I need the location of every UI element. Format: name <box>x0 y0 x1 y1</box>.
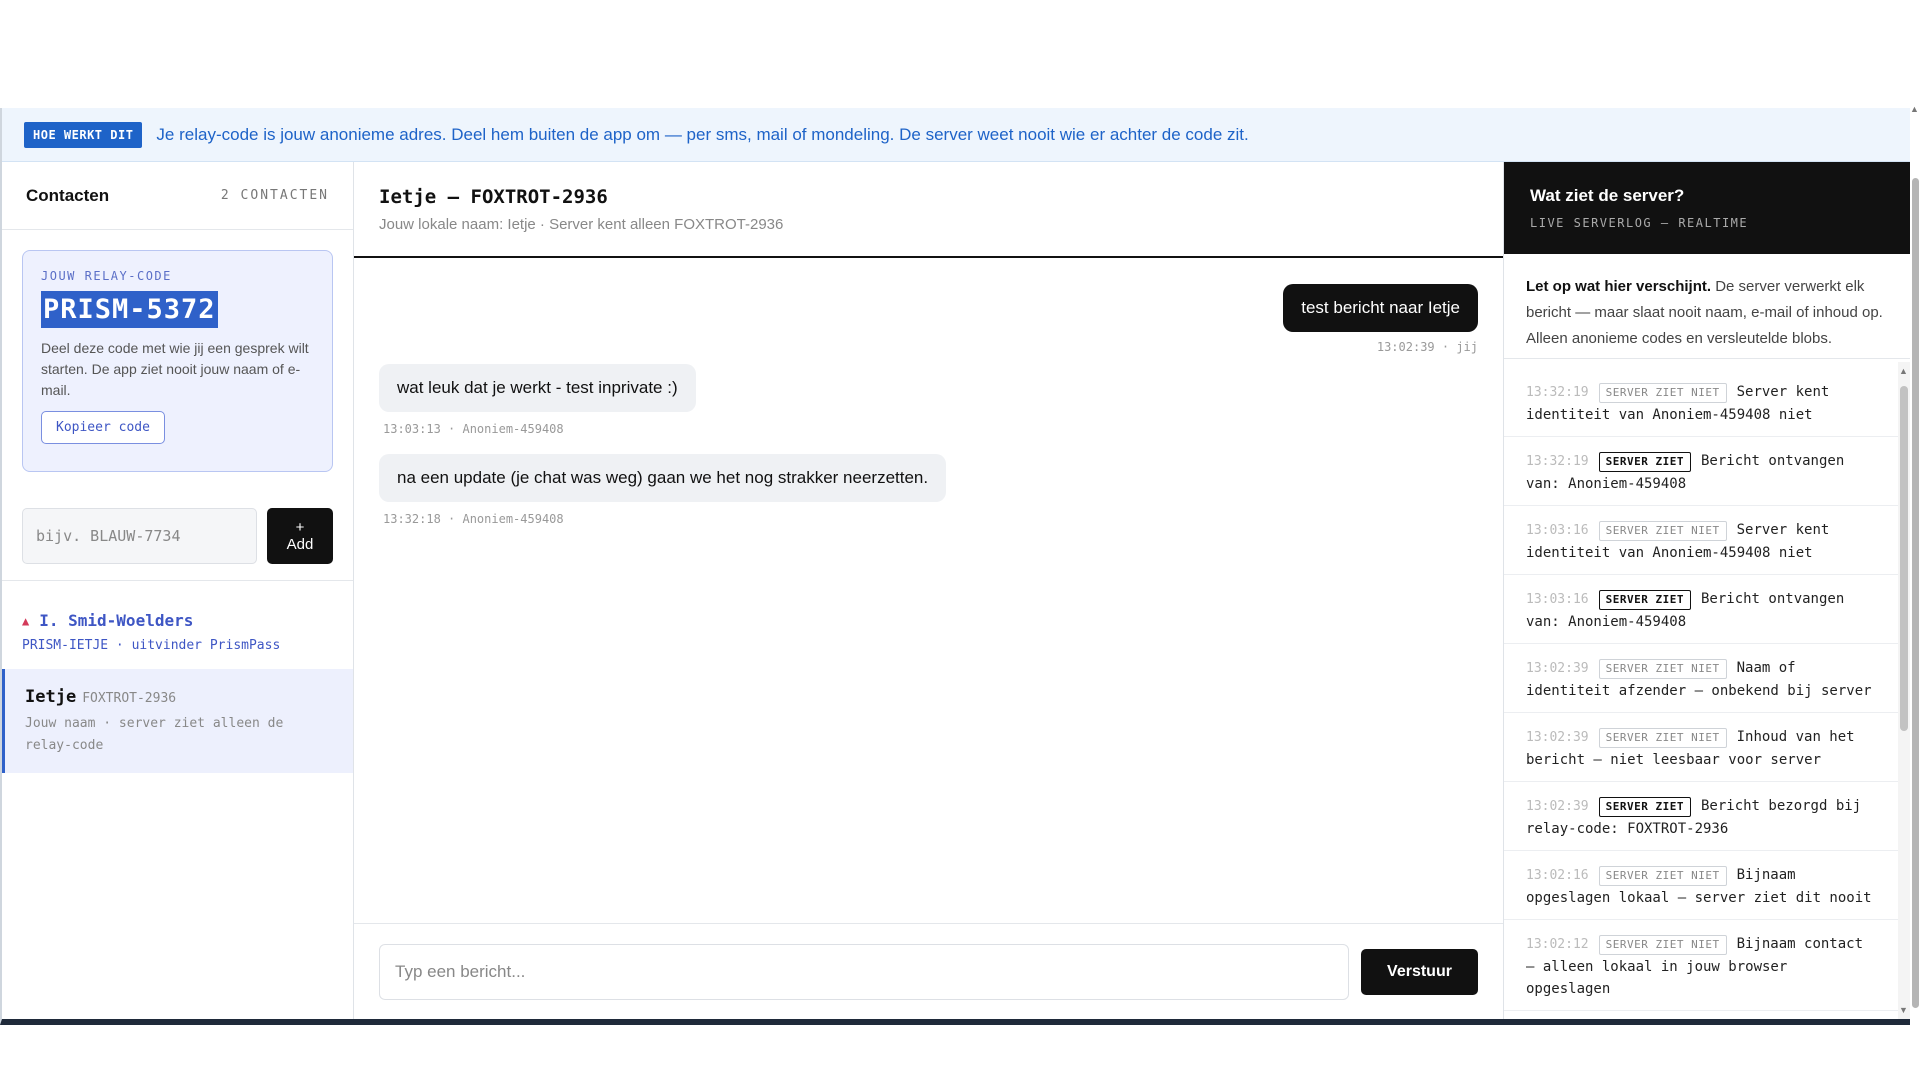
relay-code-label: JOUW RELAY-CODE <box>41 269 172 283</box>
banner-text: Je relay-code is jouw anonieme adres. De… <box>156 124 1249 144</box>
contact-item[interactable]: ▲ I. Smid-Woelders PRISM-IETJE · uitvind… <box>2 581 353 669</box>
message-bubble: test bericht naar Ietje <box>1283 284 1478 332</box>
copy-code-button[interactable]: Kopieer code <box>41 411 165 444</box>
relay-code-description: Deel deze code met wie jij een gesprek w… <box>41 340 309 398</box>
log-timestamp: 13:32:19 <box>1526 454 1589 469</box>
log-tag: SERVER ZIET NIET <box>1598 935 1727 955</box>
add-contact-row: bijv. BLAUW-7734 + Add <box>22 508 333 564</box>
relay-code-card: JOUW RELAY-CODE PRISM-5372 Deel deze cod… <box>22 250 333 472</box>
relay-code-value[interactable]: PRISM-5372 <box>41 291 218 328</box>
chat-header: Ietje — FOXTROT-2936 Jouw lokale naam: I… <box>354 162 1503 258</box>
contacts-title: Contacten <box>26 185 110 205</box>
log-entry: 13:32:19 SERVER ZIET Bericht ontvangen van… <box>1504 437 1898 506</box>
message-incoming: na een update (je chat was weg) gaan we … <box>379 454 1478 526</box>
server-log-header: Wat ziet de server? LIVE SERVERLOG — REA… <box>1504 162 1910 254</box>
chat-title: Ietje — FOXTROT-2936 <box>379 186 608 208</box>
log-entry: 13:03:16 SERVER ZIET Bericht ontvangen van… <box>1504 575 1898 644</box>
log-timestamp: 13:03:16 <box>1526 523 1589 538</box>
contact-item-selected[interactable]: Ietje FOXTROT-2936 Jouw naam · server zie… <box>2 669 353 773</box>
send-button[interactable]: Verstuur <box>1361 948 1478 995</box>
log-tag: SERVER ZIET NIET <box>1598 521 1727 541</box>
log-entry: 13:02:39 SERVER ZIET NIET Naam of identite… <box>1504 644 1898 713</box>
log-scrollbar[interactable]: ▲ ▼ <box>1898 362 1910 1019</box>
log-entry: 13:02:12 SERVER ZIET NIET Bijnaam contact … <box>1504 920 1898 1011</box>
log-entry: 13:02:39 SERVER ZIET NIET Inhoud van het b… <box>1504 713 1898 782</box>
log-timestamp: 13:02:39 <box>1526 730 1589 745</box>
server-log-title: Wat ziet de server? <box>1530 186 1685 205</box>
message-bubble: wat leuk dat je werkt - test inprivate :… <box>379 364 696 412</box>
scroll-down-icon[interactable]: ▼ <box>1899 1005 1908 1015</box>
message-bubble: na een update (je chat was weg) gaan we … <box>379 454 947 502</box>
log-tag: SERVER ZIET NIET <box>1598 659 1727 679</box>
log-tag: SERVER ZIET <box>1598 590 1691 610</box>
log-tag: SERVER ZIET <box>1598 452 1691 472</box>
add-button-label: Add <box>286 536 314 553</box>
message-meta: 13:32:18 · Anoniem-459408 <box>383 512 564 526</box>
server-log-subtitle: LIVE SERVERLOG — REALTIME <box>1530 216 1749 230</box>
log-entry: 13:02:16 SERVER ZIET NIET Bijnaam opgeslag… <box>1504 851 1898 920</box>
message-outgoing: test bericht naar Ietje 13:02:39 · jij <box>379 284 1478 354</box>
contact-name: I. Smid-Woelders <box>39 611 194 630</box>
chat-panel: Ietje — FOXTROT-2936 Jouw lokale naam: I… <box>354 162 1504 1019</box>
page-scrollbar-thumb[interactable] <box>1912 178 1919 1008</box>
composer: Typ een bericht... Verstuur <box>354 923 1503 1019</box>
message-incoming: wat leuk dat je werkt - test inprivate :… <box>379 364 1478 436</box>
page-scrollbar[interactable]: ▲ <box>1910 104 1920 1025</box>
contact-name: Ietje <box>25 687 77 707</box>
app-window: HOE WERKT DIT Je relay-code is jouw anon… <box>0 108 1910 1025</box>
triangle-icon: ▲ <box>22 613 30 628</box>
contacts-panel: Contacten 2 CONTACTEN JOUW RELAY-CODE PR… <box>2 162 354 1019</box>
scroll-up-icon[interactable]: ▲ <box>1910 104 1919 114</box>
message-meta: 13:02:39 · jij <box>1376 340 1478 354</box>
message-list: test bericht naar Ietje 13:02:39 · jij w… <box>354 258 1503 923</box>
scrollbar-thumb[interactable] <box>1900 386 1908 731</box>
info-banner: HOE WERKT DIT Je relay-code is jouw anon… <box>2 108 1910 162</box>
how-it-works-badge: HOE WERKT DIT <box>24 121 143 148</box>
contact-code: FOXTROT-2936 <box>82 691 177 706</box>
log-timestamp: 13:02:16 <box>1526 868 1589 883</box>
log-tag: SERVER ZIET NIET <box>1598 383 1727 403</box>
log-timestamp: 13:02:39 <box>1526 799 1589 814</box>
contact-detail: Jouw naam · server ziet alleen de relay-… <box>25 716 284 753</box>
scroll-up-icon[interactable]: ▲ <box>1899 366 1908 376</box>
chat-subtitle: Jouw lokale naam: Ietje · Server kent al… <box>379 216 784 233</box>
contact-detail: PRISM-IETJE · uitvinder PrismPass <box>22 638 281 653</box>
add-contact-input[interactable]: bijv. BLAUW-7734 <box>22 508 257 564</box>
top-blank-area <box>0 0 1920 108</box>
contacts-header: Contacten 2 CONTACTEN <box>2 162 353 230</box>
plus-icon: + <box>295 519 305 536</box>
contacts-count: 2 CONTACTEN <box>220 188 329 203</box>
add-contact-button[interactable]: + Add <box>267 508 333 564</box>
log-timestamp: 13:03:16 <box>1526 592 1589 607</box>
log-entry: 13:02:39 SERVER ZIET Bericht bezorgd bij r… <box>1504 782 1898 851</box>
log-timestamp: 13:02:39 <box>1526 661 1589 676</box>
log-tag: SERVER ZIET NIET <box>1598 728 1727 748</box>
message-meta: 13:03:13 · Anoniem-459408 <box>383 422 564 436</box>
intro-bold: Let op wat hier verschijnt. <box>1526 278 1712 295</box>
message-input[interactable]: Typ een bericht... <box>379 943 1349 1000</box>
log-timestamp: 13:02:12 <box>1526 937 1589 952</box>
server-log-panel: Wat ziet de server? LIVE SERVERLOG — REA… <box>1504 162 1910 1019</box>
log-timestamp: 13:32:19 <box>1526 385 1589 400</box>
server-log-intro: Let op wat hier verschijnt. De server ve… <box>1504 254 1910 359</box>
log-entry: 13:03:16 SERVER ZIET NIET Server kent iden… <box>1504 506 1898 575</box>
server-log-list[interactable]: 13:32:19 SERVER ZIET NIET Server kent iden… <box>1504 362 1898 1019</box>
log-tag: SERVER ZIET <box>1598 797 1691 817</box>
log-entry: 13:32:19 SERVER ZIET NIET Server kent iden… <box>1504 368 1898 437</box>
log-tag: SERVER ZIET NIET <box>1598 866 1727 886</box>
